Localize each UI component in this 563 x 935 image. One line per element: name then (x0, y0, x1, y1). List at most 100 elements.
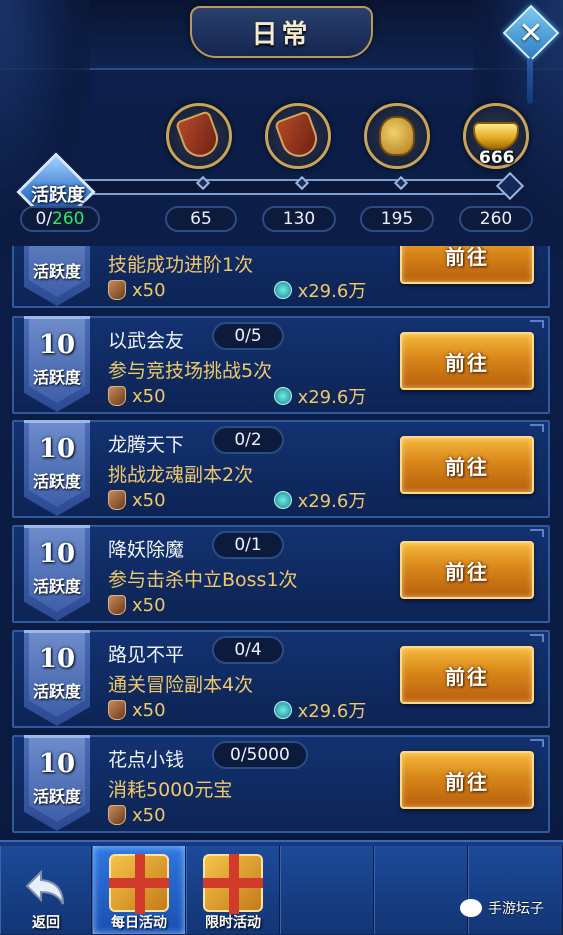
silver-coin-icon (273, 387, 292, 405)
task-desc: 挑战龙魂副本2次 (108, 464, 254, 486)
task-name: 龙腾天下 (108, 434, 185, 456)
go-button[interactable]: 前往 (400, 541, 534, 599)
task-row: 10 活跃度 降妖除魔 0/1 参与击杀中立Boss1次 x50 前往 (12, 525, 550, 623)
item-reward: x50 (132, 594, 166, 616)
reward-count: 666 (479, 148, 515, 168)
task-points: 10 (38, 749, 76, 779)
task-rewards: x50 (108, 803, 166, 827)
task-name: 路见不平 (108, 644, 185, 666)
watermark: 手游坛子 (460, 898, 544, 918)
go-button[interactable]: 前往 (400, 646, 534, 704)
task-progress: 0/4 (212, 636, 284, 664)
go-button[interactable]: 前往 (400, 246, 534, 284)
task-name: 降妖除魔 (108, 539, 185, 561)
task-rewards: x50 x29.6万 (108, 488, 366, 512)
task-rewards: x50 x29.6万 (108, 698, 366, 722)
tab-limited-label: 限时活动 (205, 915, 261, 931)
shield-item-icon (174, 110, 224, 162)
treasure-bag-icon (379, 116, 415, 156)
task-points-badge: 活跃度 (18, 246, 96, 312)
coin-reward: x29.6万 (297, 491, 367, 512)
milestone-label: 260 (459, 206, 533, 232)
task-points-badge: 10 活跃度 (18, 420, 96, 522)
task-list[interactable]: 活跃度 技能成功进阶1次 x50 x29.6万 前往 10 活跃度 以武会友 0… (0, 246, 563, 840)
page-title: 日常 (251, 19, 312, 50)
current-activity-value: 0/ (35, 209, 53, 229)
close-button[interactable]: ✕ (502, 4, 560, 62)
close-x-glyph: ✕ (518, 15, 544, 51)
task-points-badge: 10 活跃度 (18, 630, 96, 732)
go-button[interactable]: 前往 (400, 436, 534, 494)
task-points-label: 活跃度 (32, 577, 81, 596)
milestone-marker (195, 175, 211, 191)
max-activity-value: 260 (52, 209, 85, 229)
wechat-icon (460, 899, 482, 917)
tab-empty (468, 846, 563, 934)
item-reward: x50 (132, 699, 166, 721)
task-desc: 消耗5000元宝 (108, 779, 233, 801)
task-points: 10 (38, 330, 76, 360)
task-desc: 参与击杀中立Boss1次 (108, 569, 298, 591)
milestone-label: 130 (262, 206, 336, 232)
coin-reward: x29.6万 (297, 281, 367, 302)
milestone-label: 65 (165, 206, 237, 232)
tab-empty (374, 846, 468, 934)
silver-coin-icon (273, 701, 292, 719)
header: 日常 ✕ (0, 0, 563, 260)
task-points: 10 (38, 644, 76, 674)
milestone-label: 195 (360, 206, 434, 232)
task-points-label: 活跃度 (32, 262, 81, 281)
task-row: 活跃度 技能成功进阶1次 x50 x29.6万 前往 (12, 246, 550, 308)
task-rewards: x50 (108, 593, 166, 617)
back-label: 返回 (32, 915, 60, 931)
item-reward: x50 (132, 279, 166, 301)
item-reward: x50 (132, 385, 166, 407)
go-button[interactable]: 前往 (400, 751, 534, 809)
back-arrow-icon (25, 869, 64, 905)
task-progress: 0/1 (212, 531, 284, 559)
task-progress: 0/5000 (212, 741, 308, 769)
task-points-badge: 10 活跃度 (18, 525, 96, 627)
tab-limited-activity[interactable]: 限时活动 (186, 846, 280, 934)
tab-empty (280, 846, 374, 934)
milestone-marker (393, 175, 409, 191)
task-points-label: 活跃度 (32, 368, 81, 387)
medal-icon (108, 805, 126, 825)
tab-daily-label: 每日活动 (111, 915, 167, 931)
task-points-label: 活跃度 (32, 787, 81, 806)
milestone-marker (294, 175, 310, 191)
clock-gift-icon (203, 854, 263, 914)
task-desc: 参与竞技场挑战5次 (108, 360, 273, 382)
reward-chest-65[interactable] (166, 103, 232, 169)
task-progress: 0/2 (212, 426, 284, 454)
back-button[interactable]: 返回 (0, 846, 92, 934)
task-points: 10 (38, 434, 76, 464)
medal-icon (108, 595, 126, 615)
item-reward: x50 (132, 804, 166, 826)
reward-chest-130[interactable] (265, 103, 331, 169)
task-progress: 0/5 (212, 322, 284, 350)
task-points-badge: 10 活跃度 (18, 316, 96, 418)
activity-label: 活跃度 (31, 185, 85, 206)
task-row: 10 活跃度 以武会友 0/5 参与竞技场挑战5次 x50 x29.6万 前往 (12, 316, 550, 414)
current-activity-score: 0/260 (20, 206, 100, 232)
milestone-marker-end (495, 171, 525, 201)
task-rewards: x50 x29.6万 (108, 384, 366, 408)
task-name: 以武会友 (108, 330, 185, 352)
medal-icon (108, 490, 126, 510)
medal-icon (108, 700, 126, 720)
task-row: 10 活跃度 龙腾天下 0/2 挑战龙魂副本2次 x50 x29.6万 前往 (12, 420, 550, 518)
activity-progress-bar (70, 175, 508, 195)
go-button[interactable]: 前往 (400, 332, 534, 390)
daily-activity-screen: 日常 ✕ 666 活跃度 0/ 260 65 130 195 260 活跃度 技… (0, 0, 563, 935)
gift-box-icon (109, 854, 169, 914)
bottom-nav: 返回 每日活动 限时活动 (0, 840, 563, 935)
task-row: 10 活跃度 路见不平 0/4 通关冒险副本4次 x50 x29.6万 前往 (12, 630, 550, 728)
medal-icon (108, 280, 126, 300)
task-desc: 通关冒险副本4次 (108, 674, 254, 696)
silver-coin-icon (273, 491, 292, 509)
activity-progress: 666 活跃度 0/260 65 130 195 260 (0, 70, 563, 246)
reward-chest-195[interactable] (364, 103, 430, 169)
tab-daily-activity[interactable]: 每日活动 (92, 846, 186, 934)
medal-icon (108, 386, 126, 406)
